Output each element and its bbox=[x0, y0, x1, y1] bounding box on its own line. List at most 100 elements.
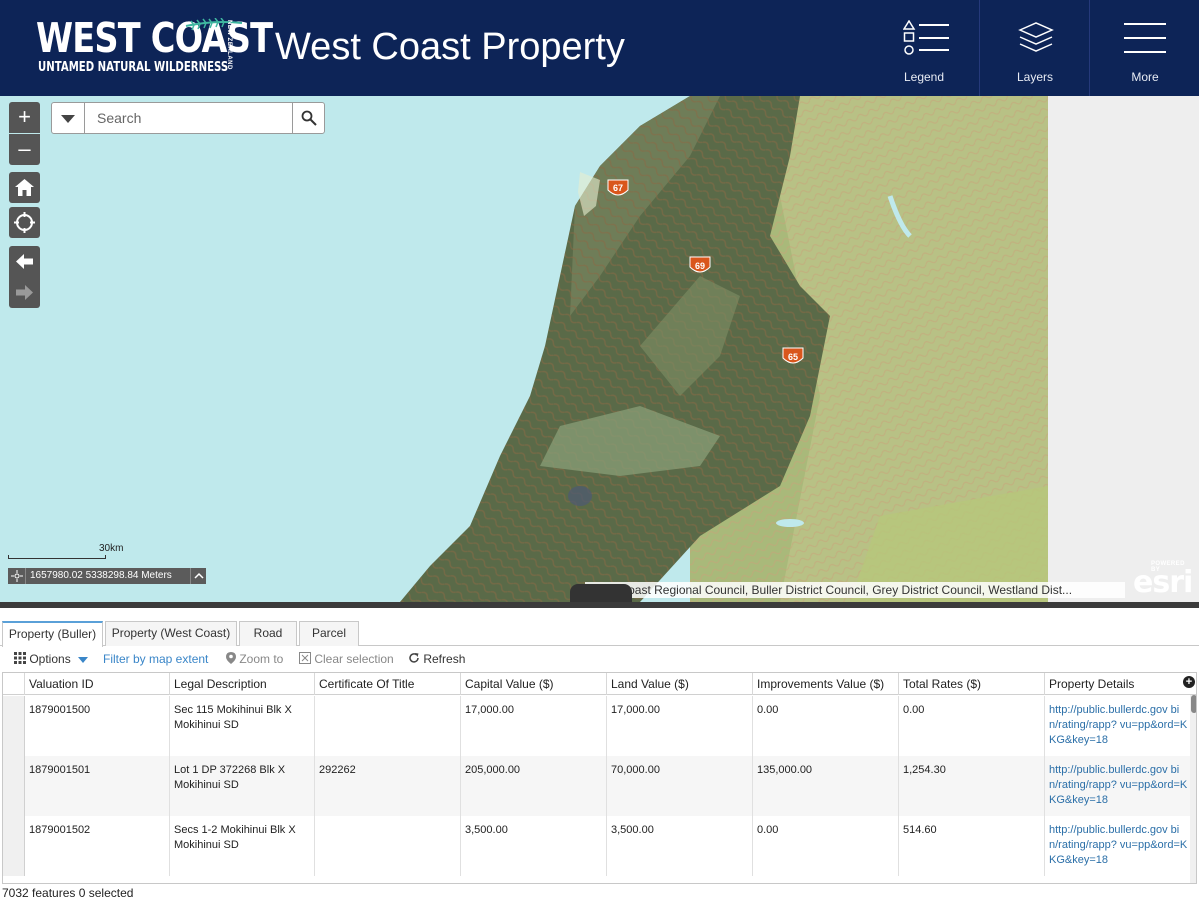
tab-property-west-coast[interactable]: Property (West Coast) bbox=[105, 621, 237, 646]
locate-button[interactable] bbox=[9, 207, 40, 238]
tab-property-buller[interactable]: Property (Buller) bbox=[2, 621, 103, 647]
route-shield-label: 69 bbox=[695, 261, 705, 271]
cell-improvements-value: 0.00 bbox=[753, 696, 899, 756]
table-tabs: Property (Buller) Property (West Coast) … bbox=[0, 616, 1199, 647]
arrow-right-icon bbox=[16, 285, 33, 300]
map-view[interactable]: 67 69 65 + – Search 30km 1657980.02 5338… bbox=[0, 96, 1199, 602]
cell-improvements-value: 135,000.00 bbox=[753, 756, 899, 816]
route-shield-label: 67 bbox=[613, 183, 623, 193]
home-icon bbox=[15, 179, 34, 196]
table-status-footer: 7032 features 0 selected bbox=[2, 886, 134, 900]
property-details-link[interactable]: http://public.bullerdc.gov bin/rating/ra… bbox=[1045, 756, 1191, 816]
attribute-grid: Valuation ID Legal Description Certifica… bbox=[2, 672, 1197, 884]
arrow-left-icon bbox=[16, 254, 33, 269]
clear-selection-label: Clear selection bbox=[314, 652, 394, 666]
esri-logo[interactable]: POWERED BY esri bbox=[1133, 561, 1195, 600]
zoom-in-button[interactable]: + bbox=[9, 102, 40, 133]
cell-certificate-of-title bbox=[315, 696, 461, 756]
cell-total-rates: 0.00 bbox=[899, 696, 1045, 756]
table-row[interactable]: 1879001502 Secs 1-2 Mokihinui Blk X Moki… bbox=[3, 816, 1191, 876]
esri-wordmark: esri bbox=[1133, 565, 1193, 600]
search-input[interactable] bbox=[86, 103, 291, 133]
search-button[interactable] bbox=[292, 103, 324, 133]
filter-by-map-extent-button[interactable]: Filter by map extent bbox=[103, 652, 208, 666]
refresh-button[interactable]: Refresh bbox=[408, 652, 465, 666]
row-select-header[interactable] bbox=[3, 673, 25, 695]
page-title: West Coast Property bbox=[275, 26, 625, 68]
layers-icon bbox=[1018, 22, 1054, 52]
legend-icon bbox=[903, 20, 949, 55]
cell-valuation-id: 1879001500 bbox=[25, 696, 170, 756]
refresh-label: Refresh bbox=[423, 652, 466, 666]
column-header[interactable]: Improvements Value ($) bbox=[753, 673, 899, 695]
table-row[interactable]: 1879001501 Lot 1 DP 372268 Blk X Mokihin… bbox=[3, 756, 1191, 816]
column-header[interactable]: Certificate Of Title bbox=[315, 673, 461, 695]
search-source-dropdown[interactable] bbox=[52, 103, 85, 133]
cell-certificate-of-title bbox=[315, 816, 461, 876]
next-extent-button[interactable] bbox=[9, 277, 40, 308]
home-button[interactable] bbox=[9, 172, 40, 203]
add-column-button[interactable]: + bbox=[1183, 676, 1195, 688]
basemap-terrain: 67 69 65 bbox=[0, 96, 1199, 602]
search-widget bbox=[51, 102, 325, 134]
cell-capital-value: 17,000.00 bbox=[461, 696, 607, 756]
table-toolbar: Options Filter by map extent Zoom to Cle… bbox=[0, 646, 1199, 672]
row-selector[interactable] bbox=[3, 756, 25, 816]
clear-selection-button[interactable]: Clear selection bbox=[299, 652, 394, 666]
cell-legal-description: Sec 115 Mokihinui Blk X Mokihinui SD bbox=[170, 696, 315, 756]
attribute-table-panel: Property (Buller) Property (West Coast) … bbox=[0, 602, 1199, 904]
scale-line bbox=[8, 555, 106, 559]
cell-valuation-id: 1879001501 bbox=[25, 756, 170, 816]
cell-capital-value: 205,000.00 bbox=[461, 756, 607, 816]
tab-parcel[interactable]: Parcel bbox=[299, 621, 359, 646]
previous-extent-button[interactable] bbox=[9, 246, 40, 277]
cell-land-value: 17,000.00 bbox=[607, 696, 753, 756]
route-shield-label: 65 bbox=[788, 352, 798, 362]
west-coast-logo[interactable]: WEST COAST NEW ZEALAND UNTAMED NATURAL W… bbox=[36, 16, 273, 80]
column-header[interactable]: Total Rates ($) bbox=[899, 673, 1045, 695]
property-details-link[interactable]: http://public.bullerdc.gov bin/rating/ra… bbox=[1045, 816, 1191, 876]
scrollbar-thumb[interactable] bbox=[1191, 695, 1196, 713]
clear-icon bbox=[299, 652, 311, 664]
column-header[interactable]: Capital Value ($) bbox=[461, 673, 607, 695]
tab-road[interactable]: Road bbox=[239, 621, 297, 646]
crosshair-small-icon[interactable] bbox=[8, 568, 26, 584]
vertical-scrollbar[interactable] bbox=[1190, 695, 1196, 883]
zoom-out-button[interactable]: – bbox=[9, 134, 40, 165]
coordinate-widget: 1657980.02 5338298.84 Meters bbox=[8, 568, 206, 584]
panel-resize-handle[interactable] bbox=[570, 584, 632, 602]
map-pin-icon bbox=[226, 652, 236, 664]
options-label: Options bbox=[29, 652, 71, 666]
more-button[interactable]: More bbox=[1089, 0, 1199, 96]
coordinate-toggle-button[interactable] bbox=[190, 568, 206, 584]
crosshair-icon bbox=[14, 212, 35, 233]
table-row[interactable]: 1879001500 Sec 115 Mokihinui Blk X Mokih… bbox=[3, 696, 1191, 756]
refresh-icon bbox=[409, 653, 419, 663]
cell-land-value: 3,500.00 bbox=[607, 816, 753, 876]
row-selector[interactable] bbox=[3, 816, 25, 876]
layers-button[interactable]: Layers bbox=[979, 0, 1089, 96]
row-selector[interactable] bbox=[3, 696, 25, 756]
cell-improvements-value: 0.00 bbox=[753, 816, 899, 876]
column-header[interactable]: Legal Description bbox=[170, 673, 315, 695]
cell-total-rates: 1,254.30 bbox=[899, 756, 1045, 816]
column-header[interactable]: Land Value ($) bbox=[607, 673, 753, 695]
caret-down-icon bbox=[78, 657, 89, 663]
coordinate-readout: 1657980.02 5338298.84 Meters bbox=[30, 570, 172, 581]
caret-down-icon bbox=[61, 115, 75, 123]
cell-legal-description: Secs 1-2 Mokihinui Blk X Mokihinui SD bbox=[170, 816, 315, 876]
column-header[interactable]: Property Details bbox=[1045, 673, 1190, 695]
legend-button[interactable]: Legend bbox=[869, 0, 979, 96]
logo-tagline: UNTAMED NATURAL WILDERNESS bbox=[38, 60, 229, 75]
property-details-link[interactable]: http://public.bullerdc.gov bin/rating/ra… bbox=[1045, 696, 1191, 756]
search-icon bbox=[301, 110, 317, 126]
fern-icon bbox=[185, 18, 243, 31]
options-button[interactable]: Options bbox=[14, 652, 89, 666]
cell-certificate-of-title: 292262 bbox=[315, 756, 461, 816]
zoom-to-button[interactable]: Zoom to bbox=[226, 652, 283, 666]
map-attribution: West Coast Regional Council, Buller Dist… bbox=[585, 582, 1125, 598]
column-header[interactable]: Valuation ID bbox=[25, 673, 170, 695]
app-header: WEST COAST NEW ZEALAND UNTAMED NATURAL W… bbox=[0, 0, 1199, 96]
chevron-up-icon bbox=[193, 572, 204, 579]
app-window: WEST COAST NEW ZEALAND UNTAMED NATURAL W… bbox=[0, 0, 1199, 904]
